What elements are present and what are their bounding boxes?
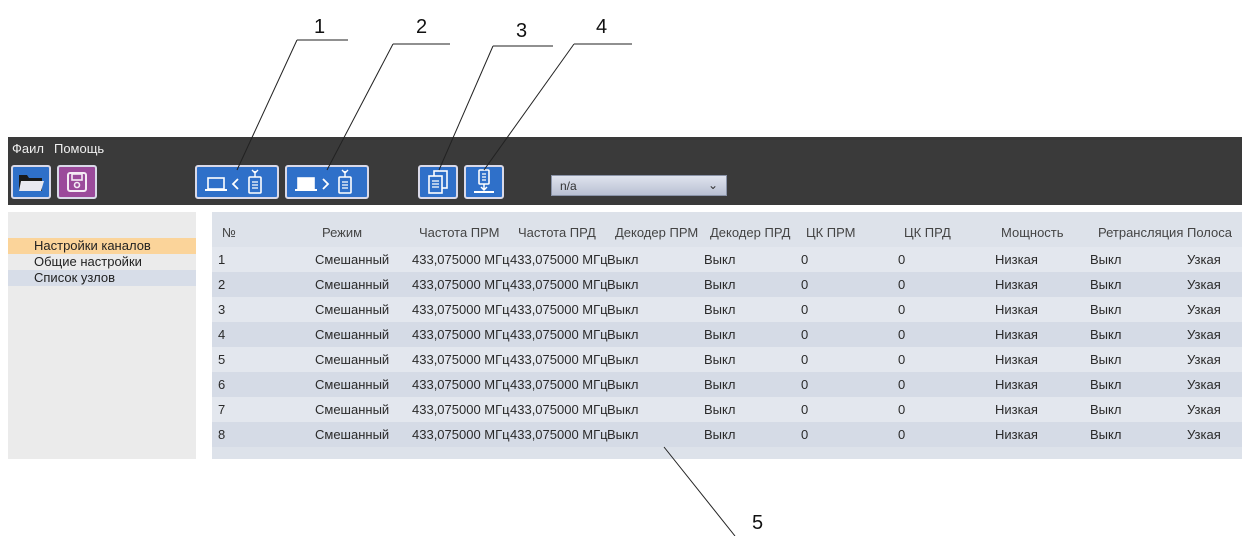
leader-line-3 — [438, 45, 494, 171]
leader-line-5 — [663, 446, 736, 536]
leader-line-1 — [236, 39, 298, 171]
leader-line-4 — [483, 43, 575, 171]
leader-line-2 — [326, 43, 394, 171]
callout-leader-lines — [236, 39, 736, 536]
